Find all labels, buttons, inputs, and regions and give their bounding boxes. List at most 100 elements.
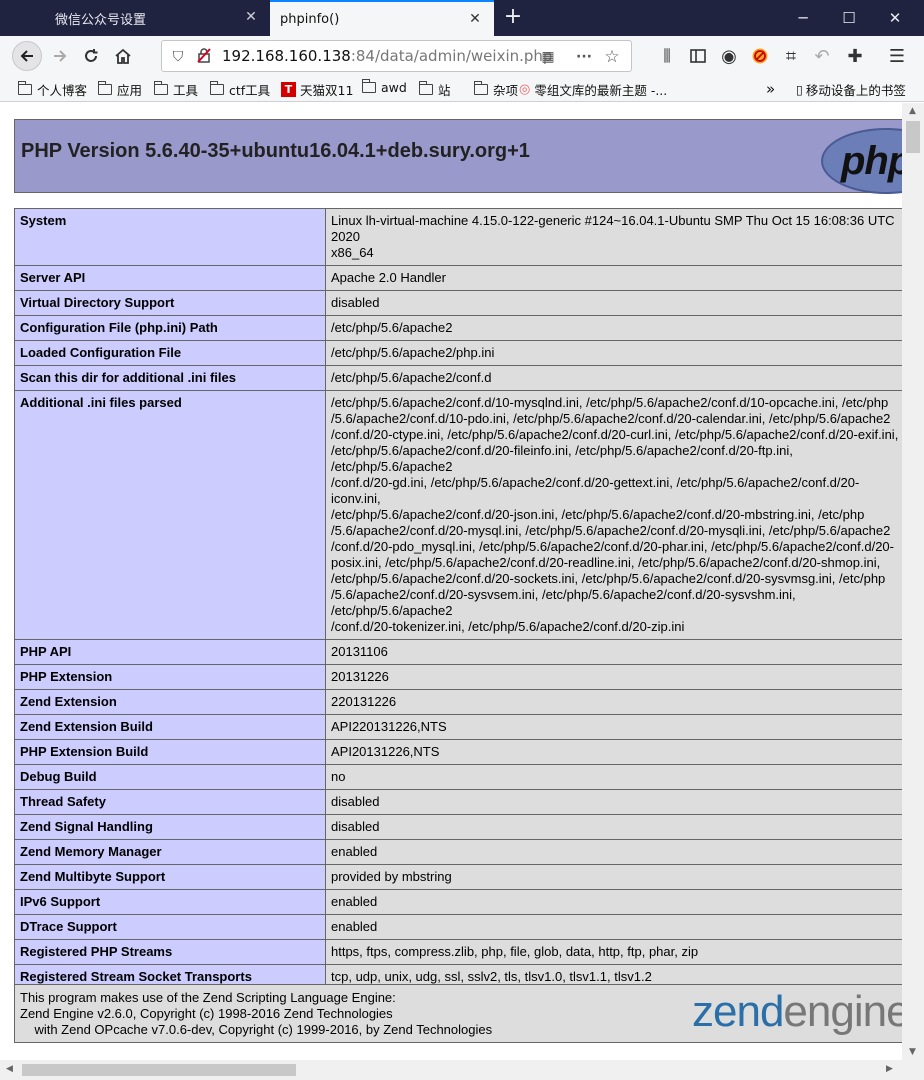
menu-button[interactable]: ☰	[882, 41, 912, 71]
title-bar: 微信公众号设置 ✕ phpinfo() ✕ + ─ ☐ ✕	[0, 0, 924, 36]
folder-icon	[98, 81, 112, 95]
vertical-scroll-thumb[interactable]	[906, 121, 920, 153]
bookmark-folder[interactable]: 杂项	[474, 80, 518, 99]
extensions-button[interactable]: ✚	[840, 41, 870, 71]
info-key: Zend Extension Build	[14, 714, 326, 740]
address-bar[interactable]: ⛉ 192.168.160.138:84/data/admin/weixin.p…	[161, 40, 632, 72]
bookmark-folder[interactable]: 个人博客	[18, 80, 87, 99]
scroll-right-icon[interactable]: ▶	[886, 1064, 893, 1074]
engine-logo-word: engine	[783, 987, 902, 1036]
info-value: 220131226	[325, 689, 902, 715]
screenshot-button[interactable]: ⌗	[776, 41, 806, 71]
info-row: Thread Safety disabled	[14, 789, 902, 815]
scroll-left-icon[interactable]: ◀	[6, 1064, 13, 1074]
scroll-up-icon[interactable]: ▲	[909, 106, 916, 116]
scroll-down-icon[interactable]: ▼	[909, 1047, 916, 1057]
info-key: Zend Extension	[14, 689, 326, 715]
folder-icon	[210, 81, 224, 95]
info-key: System	[14, 208, 326, 266]
bookmark-item[interactable]: T 天猫双11	[281, 80, 353, 99]
info-key: PHP Extension	[14, 664, 326, 690]
library-icon: ⫼	[663, 46, 671, 65]
phpinfo-table: System Linux lh-virtual-machine 4.15.0-12…	[14, 208, 902, 1031]
tab-phpinfo[interactable]: phpinfo() ✕	[270, 0, 494, 36]
back-button[interactable]	[12, 41, 42, 71]
close-tab-icon[interactable]: ✕	[244, 10, 258, 24]
zend-logo-word: zend	[692, 987, 784, 1036]
info-value: enabled	[325, 889, 902, 915]
info-value: Apache 2.0 Handler	[325, 265, 902, 291]
mobile-bookmarks[interactable]: ▯ 移动设备上的书签	[796, 80, 906, 99]
info-row: Zend Multibyte Support provided by mbstri…	[14, 864, 902, 890]
undo-button[interactable]: ↶	[807, 41, 837, 71]
bookmark-label: 移动设备上的书签	[805, 83, 906, 98]
back-arrow-icon	[20, 50, 33, 62]
bookmark-folder[interactable]: 工具	[154, 80, 198, 99]
sidebar-icon	[690, 49, 706, 63]
info-value: no	[325, 764, 902, 790]
info-value: disabled	[325, 814, 902, 840]
info-row: Debug Build no	[14, 764, 902, 790]
close-tab-icon[interactable]: ✕	[468, 12, 482, 26]
extension-blocker-button[interactable]	[745, 41, 775, 71]
new-tab-button[interactable]: +	[500, 4, 526, 30]
tab-weixin-settings[interactable]: 微信公众号设置 ✕	[44, 0, 270, 36]
info-row: DTrace Support enabled	[14, 914, 902, 940]
home-button[interactable]	[108, 41, 138, 71]
crop-icon: ⌗	[785, 45, 797, 67]
undo-icon: ↶	[814, 45, 830, 67]
minimize-button[interactable]: ─	[780, 0, 826, 36]
horizontal-scroll-thumb[interactable]	[22, 1064, 296, 1076]
forward-button[interactable]	[45, 41, 75, 71]
bookmark-folder[interactable]: 站	[419, 80, 451, 99]
library-button[interactable]: ⫼	[652, 41, 682, 71]
bookmark-label: 零组文库的最新主题 -...	[534, 83, 668, 98]
folder-icon	[18, 81, 32, 95]
close-window-button[interactable]: ✕	[872, 0, 918, 36]
bookmark-label: 个人博客	[37, 83, 88, 98]
info-value: https, ftps, compress.zlib, php, file, g…	[325, 939, 902, 965]
info-key: Server API	[14, 265, 326, 291]
bookmarks-overflow-button[interactable]: »	[766, 80, 775, 98]
info-key: Loaded Configuration File	[14, 340, 326, 366]
bookmarks-toolbar: 个人博客 应用 工具 ctf工具 T 天猫双11 awd 站 杂项 ◎ 零组文库的最…	[0, 76, 924, 102]
info-row: Scan this dir for additional .ini files /…	[14, 365, 902, 391]
php-logo[interactable]: php	[821, 128, 902, 194]
bookmark-star-icon[interactable]: ☆	[602, 47, 622, 67]
info-row: System Linux lh-virtual-machine 4.15.0-12…	[14, 208, 902, 266]
reload-button[interactable]	[76, 41, 106, 71]
horizontal-scrollbar[interactable]: ◀ ▶	[0, 1060, 924, 1080]
vertical-scrollbar[interactable]: ▲ ▼	[902, 103, 924, 1060]
maximize-button[interactable]: ☐	[826, 0, 872, 36]
reload-icon	[85, 49, 98, 62]
info-value: API220131226,NTS	[325, 714, 902, 740]
info-key: Zend Multibyte Support	[14, 864, 326, 890]
hamburger-icon: ☰	[888, 45, 906, 67]
shield-icon[interactable]: ⛉	[168, 47, 188, 67]
qr-code-icon[interactable]: ▦	[538, 47, 558, 67]
account-icon: ◉	[721, 45, 737, 67]
info-key: PHP API	[14, 639, 326, 665]
sidebar-button[interactable]	[683, 41, 713, 71]
info-row: Zend Extension Build API220131226,NTS	[14, 714, 902, 740]
bookmark-folder[interactable]: awd	[362, 79, 407, 95]
bookmark-label: 天猫双11	[300, 83, 354, 98]
bookmark-folder[interactable]: ctf工具	[210, 80, 270, 99]
info-key: Configuration File (php.ini) Path	[14, 315, 326, 341]
bookmark-label: ctf工具	[229, 83, 271, 98]
info-row: Configuration File (php.ini) Path/etc/ph…	[14, 315, 902, 341]
account-button[interactable]: ◉	[714, 41, 744, 71]
page-actions-icon[interactable]: ···	[574, 47, 594, 67]
bookmark-folder[interactable]: 应用	[98, 80, 142, 99]
zend-engine-logo[interactable]: zendengine	[692, 987, 902, 1037]
url-path: :84/data/admin/weixin.php	[350, 47, 553, 65]
info-value: /etc/php/5.6/apache2/conf.d	[325, 365, 902, 391]
info-value: Linux lh-virtual-machine 4.15.0-122-gene…	[325, 208, 902, 266]
bookmark-label: 杂项	[493, 83, 519, 98]
tab-title: phpinfo()	[280, 11, 340, 27]
bookmark-item[interactable]: ◎ 零组文库的最新主题 -...	[519, 80, 667, 99]
info-key: Registered PHP Streams	[14, 939, 326, 965]
info-value: 20131226	[325, 664, 902, 690]
insecure-lock-icon[interactable]	[194, 47, 214, 67]
info-key: IPv6 Support	[14, 889, 326, 915]
